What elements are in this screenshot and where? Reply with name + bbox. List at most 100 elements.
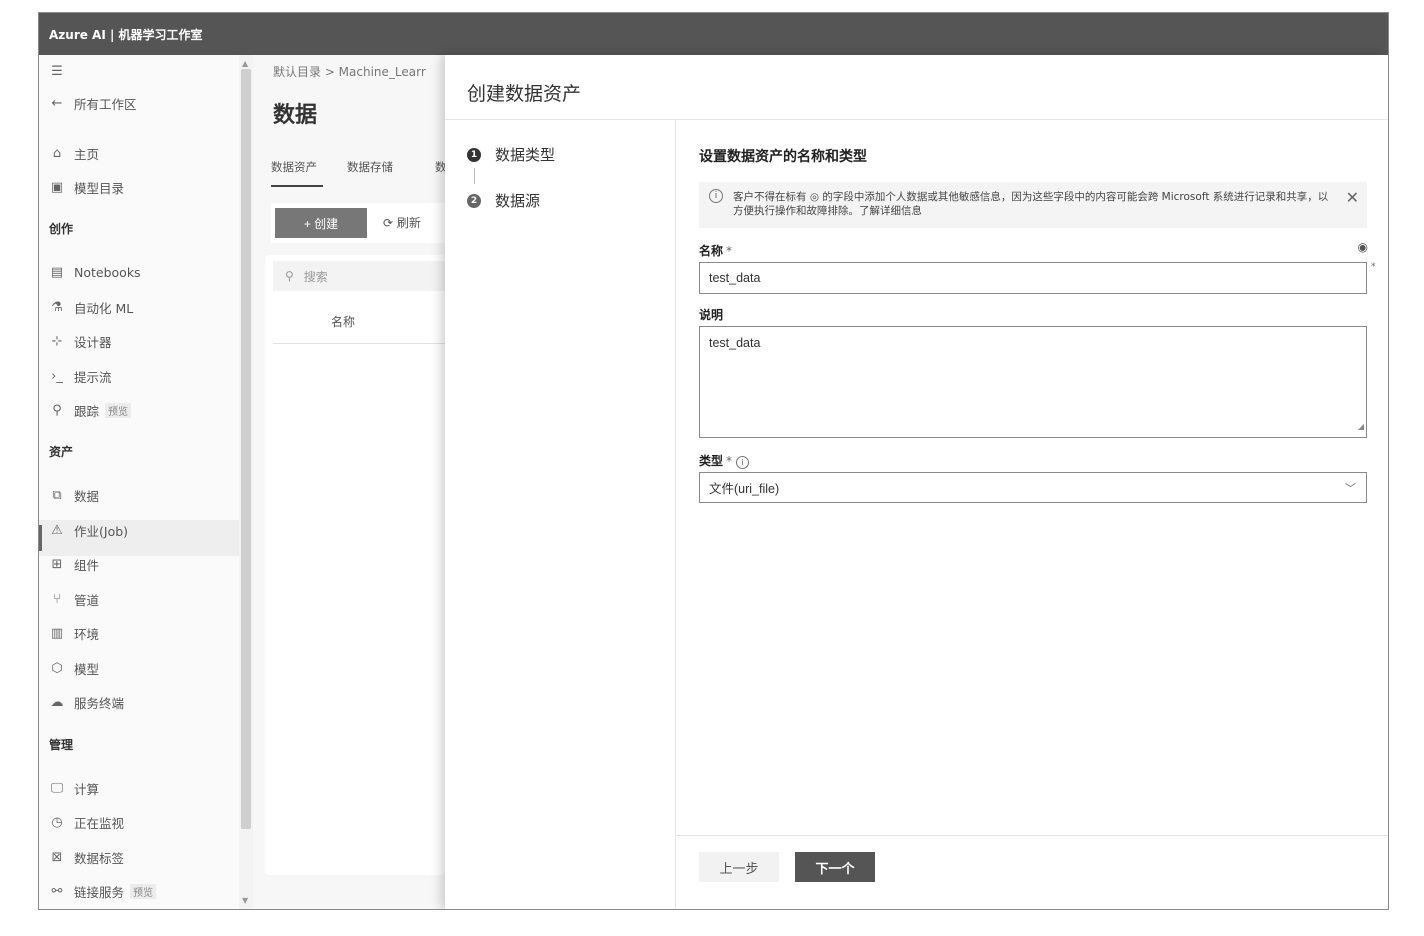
sidebar-item-label: 数据	[74, 488, 100, 504]
section-assets: 资产	[49, 445, 74, 459]
compute-icon: 🖵	[50, 780, 64, 796]
back-button[interactable]: 上一步	[699, 852, 779, 882]
name-input[interactable]: test_data	[699, 262, 1367, 294]
sidebar-item-tracking[interactable]: ⚲ 跟踪 预览	[49, 398, 132, 422]
app-window: Azure AI | 机器学习工作室 ☰ ← 所有工作区 ⌂ 主页 ▣ 模型目录…	[38, 12, 1389, 910]
footer-divider	[676, 835, 1388, 836]
refresh-button[interactable]: ⟳ 刷新	[383, 214, 421, 231]
sidebar-item-label: 跟踪	[74, 403, 100, 419]
description-textarea[interactable]: test_data ◢	[699, 326, 1367, 438]
search-icon: ⚲	[285, 269, 294, 283]
sidebar-item-monitoring[interactable]: ◷ 正在监视	[49, 810, 124, 834]
sidebar-item-environment[interactable]: ▥ 环境	[49, 621, 99, 645]
step-number: 1	[467, 147, 481, 162]
sidebar-item-component[interactable]: ⊞ 组件	[49, 552, 99, 576]
sidebar-item-label: 环境	[74, 626, 100, 642]
page-title: 数据	[273, 103, 318, 128]
description-label: 说明	[699, 308, 724, 322]
endpoint-icon: ☁	[50, 694, 64, 710]
notebook-icon: ▤	[50, 264, 64, 280]
type-value: 文件(uri_file)	[709, 482, 780, 496]
tab-underline	[271, 185, 323, 187]
create-data-asset-panel: 创建数据资产 1 数据类型 2 数据源 设置数据资产的名称和类型 i 客户不得在…	[445, 55, 1388, 909]
search-input[interactable]: ⚲ 搜索	[273, 261, 445, 291]
sidebar-item-model-catalog[interactable]: ▣ 模型目录	[49, 175, 124, 199]
sidebar-item-label: 管道	[74, 592, 100, 608]
designer-icon: ⊹	[51, 333, 63, 349]
sidebar-item-compute[interactable]: 🖵 计算	[49, 776, 99, 800]
top-bar: Azure AI | 机器学习工作室	[39, 13, 1388, 55]
sidebar-item-linked-services[interactable]: ⚯ 链接服务 预览	[49, 879, 157, 903]
divider	[273, 343, 445, 344]
chevron-down-icon: ﹀	[1345, 483, 1356, 495]
sidebar-item-label: 正在监视	[74, 815, 125, 831]
home-icon: ⌂	[52, 145, 62, 161]
step-data-type[interactable]: 1 数据类型	[467, 144, 555, 165]
step-data-source[interactable]: 2 数据源	[467, 190, 540, 211]
automl-icon: ⚗	[51, 299, 63, 315]
sidebar-item-label: 设计器	[74, 334, 112, 350]
back-arrow-icon: ←	[51, 95, 63, 111]
scrollbar-thumb[interactable]	[241, 69, 251, 829]
sidebar-item-label: 服务终端	[74, 695, 125, 711]
sidebar-item-label: 提示流	[74, 369, 112, 385]
sidebar-scrollbar[interactable]: ▲ ▼	[239, 55, 253, 909]
section-manage: 管理	[49, 738, 74, 752]
data-icon: ⧉	[52, 487, 62, 503]
sidebar-item-label: 数据标签	[74, 850, 125, 866]
preview-badge: 预览	[130, 883, 157, 899]
sidebar: ☰ ← 所有工作区 ⌂ 主页 ▣ 模型目录 创作 ▤ Notebooks ⚗ 自…	[39, 55, 239, 909]
sidebar-item-label: 模型	[74, 661, 100, 677]
hamburger-icon: ☰	[51, 63, 63, 79]
sidebar-item-label: 作业(Job)	[74, 523, 129, 539]
info-icon: i	[709, 189, 723, 203]
sidebar-item-label: 主页	[74, 146, 100, 162]
panel-title: 创建数据资产	[467, 83, 582, 105]
pipeline-icon: ⑂	[53, 591, 61, 607]
scroll-up-icon[interactable]: ▲	[242, 59, 248, 68]
step-label: 数据源	[495, 192, 541, 210]
sidebar-item-home[interactable]: ⌂ 主页	[49, 141, 99, 165]
create-button[interactable]: + 创建	[275, 208, 367, 238]
tab-data-assets[interactable]: 数据资产	[271, 159, 317, 175]
wizard-steps: 1 数据类型 2 数据源	[445, 120, 676, 909]
name-value: test_data	[709, 271, 761, 285]
type-dropdown[interactable]: 文件(uri_file) ﹀	[699, 472, 1367, 503]
sidebar-item-designer[interactable]: ⊹ 设计器	[49, 329, 112, 353]
eye-icon: ◉	[1357, 240, 1368, 254]
sidebar-item-notebooks[interactable]: ▤ Notebooks	[49, 260, 141, 284]
tracking-icon: ⚲	[52, 402, 62, 418]
environment-icon: ▥	[50, 625, 64, 641]
close-icon[interactable]: ✕	[1346, 188, 1359, 207]
linked-service-icon: ⚯	[51, 883, 63, 899]
privacy-info-bar: i 客户不得在标有 ◎ 的字段中添加个人数据或其他敏感信息，因为这些字段中的内容…	[699, 182, 1367, 228]
section-author: 创作	[49, 222, 74, 236]
sidebar-item-job[interactable]: ⚠ 作业(Job)	[49, 518, 128, 542]
resize-grip-icon[interactable]: ◢	[1358, 419, 1364, 435]
prompt-flow-icon: ›_	[51, 368, 63, 384]
job-icon: ⚠	[51, 522, 63, 538]
tab-datastores[interactable]: 数据存储	[347, 159, 393, 175]
sidebar-item-data[interactable]: ⧉ 数据	[49, 483, 99, 507]
sidebar-item-prompt-flow[interactable]: ›_ 提示流	[49, 364, 112, 388]
sidebar-item-endpoint[interactable]: ☁ 服务终端	[49, 690, 125, 714]
column-header-name[interactable]: 名称	[331, 313, 355, 330]
sidebar-item-data-labeling[interactable]: ⊠ 数据标签	[49, 845, 124, 869]
form-title: 设置数据资产的名称和类型	[699, 149, 867, 165]
sidebar-item-model[interactable]: ⬡ 模型	[49, 656, 99, 680]
sidebar-item-automl[interactable]: ⚗ 自动化 ML	[49, 295, 133, 319]
breadcrumb[interactable]: 默认目录 > Machine_Learr	[273, 63, 426, 80]
component-icon: ⊞	[51, 556, 63, 572]
step-number: 2	[467, 193, 481, 208]
info-text: 客户不得在标有 ◎ 的字段中添加个人数据或其他敏感信息，因为这些字段中的内容可能…	[733, 191, 1329, 217]
sidebar-item-label: 链接服务	[74, 884, 125, 900]
sidebar-item-all-workspaces[interactable]: ← 所有工作区	[49, 91, 137, 115]
sidebar-item-pipeline[interactable]: ⑂ 管道	[49, 587, 99, 611]
info-icon[interactable]: i	[736, 456, 750, 469]
step-connector	[474, 168, 475, 184]
hamburger-menu[interactable]: ☰	[49, 59, 74, 83]
preview-badge: 预览	[105, 402, 132, 418]
model-icon: ⬡	[51, 660, 63, 676]
next-button[interactable]: 下一个	[795, 852, 875, 882]
scroll-down-icon[interactable]: ▼	[242, 896, 248, 905]
